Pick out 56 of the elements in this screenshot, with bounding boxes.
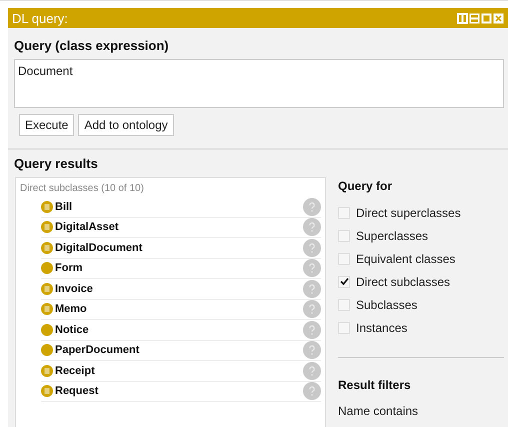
split-icon[interactable]: [457, 12, 468, 24]
query-heading: Query (class expression): [14, 38, 170, 53]
class-item[interactable]: PaperDocument: [55, 344, 301, 356]
option-label: Direct superclasses: [356, 206, 461, 220]
help-icon[interactable]: [303, 382, 321, 400]
help-icon[interactable]: [303, 341, 321, 360]
help-icon[interactable]: [303, 218, 321, 236]
option-label: Superclasses: [356, 228, 428, 242]
window-title: DL query:: [12, 10, 68, 26]
query-input-field[interactable]: Document: [14, 59, 504, 108]
defined-class-icon: [41, 385, 53, 398]
class-icon: [41, 324, 53, 336]
class-item[interactable]: Request: [55, 385, 301, 398]
option-label: Subclasses: [356, 298, 418, 312]
class-item[interactable]: DigitalAsset: [55, 221, 301, 234]
checkbox[interactable]: [338, 252, 350, 264]
defined-class-icon: [41, 364, 53, 377]
query-for-heading: Query for: [338, 179, 394, 193]
option-label: Direct subclasses: [356, 274, 450, 288]
execute-button[interactable]: Execute: [19, 114, 74, 136]
class-item[interactable]: Receipt: [55, 364, 301, 377]
class-item[interactable]: Bill: [55, 200, 301, 213]
defined-class-icon: [41, 303, 53, 316]
defined-class-icon: [41, 282, 53, 295]
maximize-icon[interactable]: [481, 12, 492, 24]
checkbox[interactable]: [338, 230, 350, 242]
option-label: Instances: [356, 320, 408, 334]
defined-class-icon: [41, 221, 53, 234]
help-icon[interactable]: [303, 238, 321, 257]
checkbox[interactable]: [338, 276, 350, 288]
class-item[interactable]: Notice: [55, 324, 301, 336]
results-heading: Query results: [14, 156, 99, 171]
checkbox[interactable]: [338, 206, 350, 218]
filters-heading: Result filters: [338, 378, 412, 392]
class-item[interactable]: Invoice: [55, 282, 301, 295]
help-icon[interactable]: [303, 198, 321, 216]
help-icon[interactable]: [303, 362, 321, 380]
help-icon[interactable]: [303, 300, 321, 318]
help-icon[interactable]: [303, 280, 321, 298]
class-item[interactable]: DigitalDocument: [55, 242, 301, 254]
option-label: Equivalent classes: [356, 252, 456, 266]
class-icon: [41, 344, 53, 356]
help-icon[interactable]: [303, 320, 321, 339]
defined-class-icon: [41, 242, 53, 254]
help-icon[interactable]: [303, 259, 321, 278]
close-icon[interactable]: [493, 12, 504, 24]
class-item[interactable]: Memo: [55, 303, 301, 316]
class-item[interactable]: Form: [55, 262, 301, 274]
checkbox[interactable]: [338, 322, 350, 334]
add-button[interactable]: Add to ontology: [78, 114, 174, 136]
checkbox[interactable]: [338, 298, 350, 310]
list-title: Direct subclasses (10 of 10): [20, 183, 145, 194]
minimize-icon[interactable]: [469, 12, 480, 24]
class-icon: [41, 262, 53, 274]
defined-class-icon: [41, 200, 53, 213]
name-filter-label: Name contains: [338, 404, 420, 418]
